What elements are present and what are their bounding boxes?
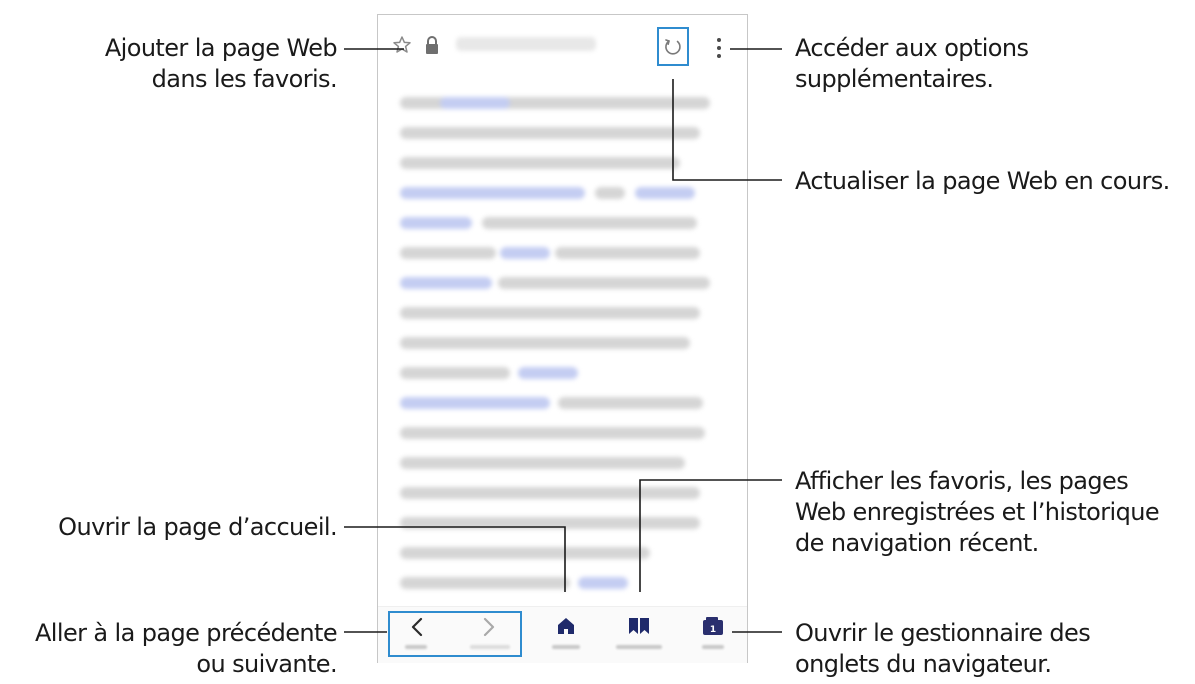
chevron-left-icon[interactable] — [410, 617, 424, 637]
refresh-button[interactable] — [657, 27, 689, 66]
home-icon[interactable] — [557, 617, 575, 635]
callout-options: Accéder aux options supplémentaires. — [795, 33, 1029, 95]
web-page-content — [400, 83, 718, 603]
callout-refresh: Actualiser la page Web en cours. — [795, 166, 1170, 197]
callout-line: Accéder aux options — [795, 34, 1029, 62]
url-field[interactable] — [456, 37, 596, 51]
svg-text:1: 1 — [710, 625, 716, 635]
star-outline-icon[interactable] — [392, 35, 412, 55]
callout-bookmark-add: Ajouter la page Web dans les favoris. — [50, 33, 338, 95]
lock-icon — [426, 36, 438, 54]
callout-line: Afficher les favoris, les pages — [795, 467, 1129, 495]
callout-bookmarks: Afficher les favoris, les pages Web enre… — [795, 466, 1160, 559]
tabs-icon[interactable]: 1 — [702, 616, 724, 636]
callout-line: Aller à la page précédente — [34, 619, 338, 647]
more-vertical-icon[interactable] — [716, 37, 722, 59]
callout-line: de navigation récent. — [795, 529, 1039, 557]
callout-tabs: Ouvrir le gestionnaire des onglets du na… — [795, 618, 1091, 680]
callout-line: Ouvrir la page d’accueil. — [58, 513, 337, 541]
callout-line: dans les favoris. — [151, 65, 338, 93]
callout-line: Web enregistrées et l’historique — [795, 498, 1160, 526]
callout-line: Actualiser la page Web en cours. — [795, 167, 1170, 195]
address-bar — [378, 15, 747, 79]
phone-screen: 1 — [377, 14, 748, 663]
chevron-right-icon[interactable] — [482, 617, 496, 637]
callout-home: Ouvrir la page d’accueil. — [30, 512, 337, 543]
bottom-toolbar: 1 — [378, 606, 747, 663]
callout-line: ou suivante. — [196, 650, 337, 678]
callout-line: onglets du navigateur. — [795, 650, 1052, 678]
bookmarks-icon[interactable] — [628, 617, 650, 635]
back-forward-group — [388, 611, 522, 657]
refresh-icon — [665, 39, 681, 55]
callout-nav: Aller à la page précédente ou suivante. — [8, 618, 338, 680]
callout-line: Ouvrir le gestionnaire des — [795, 619, 1091, 647]
callout-line: supplémentaires. — [795, 65, 994, 93]
callout-line: Ajouter la page Web — [104, 34, 338, 62]
